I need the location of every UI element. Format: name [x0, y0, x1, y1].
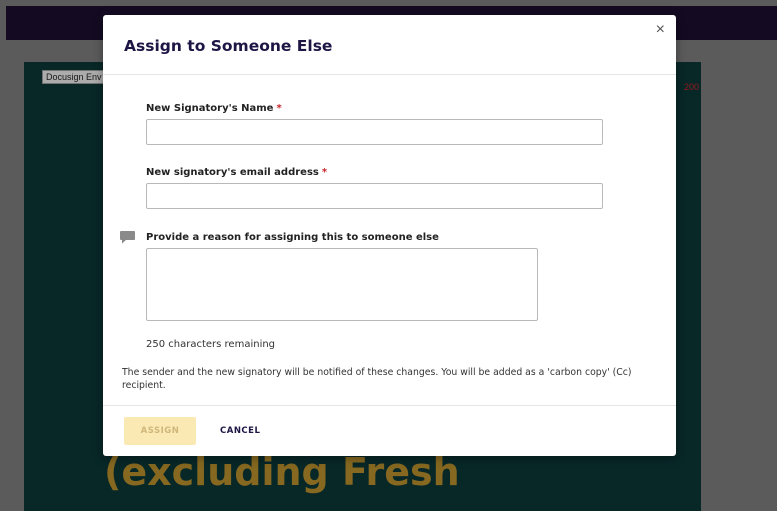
signatory-name-input[interactable]	[146, 119, 603, 145]
required-asterisk: *	[321, 167, 328, 178]
reason-textarea[interactable]	[146, 248, 538, 321]
name-field-label: New Signatory's Name *	[146, 103, 282, 114]
signatory-email-input[interactable]	[146, 183, 603, 209]
assign-dialog: Assign to Someone Else × New Signatory's…	[103, 15, 676, 456]
comment-icon	[120, 231, 135, 244]
close-icon[interactable]: ×	[656, 21, 665, 39]
required-asterisk: *	[276, 103, 282, 114]
dialog-title: Assign to Someone Else	[124, 37, 333, 55]
characters-remaining: 250 characters remaining	[146, 339, 276, 350]
email-field-label: New signatory's email address *	[146, 167, 327, 178]
email-label-text: New signatory's email address	[146, 167, 319, 178]
dialog-header: Assign to Someone Else ×	[103, 15, 676, 75]
assign-button[interactable]: ASSIGN	[124, 417, 196, 445]
reason-field-label: Provide a reason for assigning this to s…	[146, 232, 439, 243]
cancel-button[interactable]: CANCEL	[208, 417, 272, 445]
dialog-footer: ASSIGN CANCEL	[103, 405, 676, 457]
name-label-text: New Signatory's Name	[146, 103, 274, 114]
notification-notice: The sender and the new signatory will be…	[122, 367, 632, 391]
